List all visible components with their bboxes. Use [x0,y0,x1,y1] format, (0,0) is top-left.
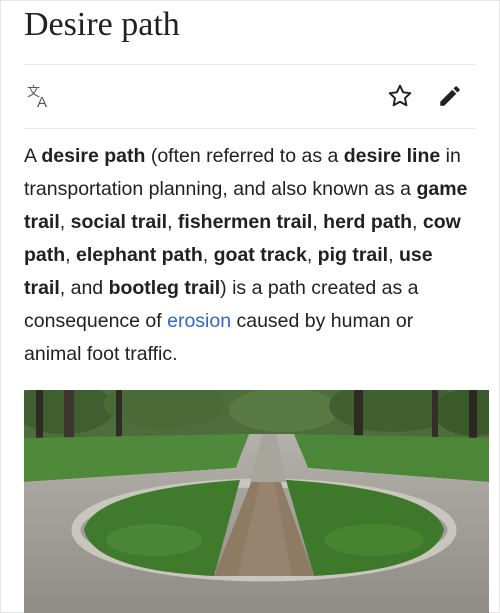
lead-term: pig trail [317,244,389,266]
lead-text: , [412,211,423,233]
page-actions-toolbar: 文 A [24,78,476,118]
lead-text: , [59,211,71,233]
lead-text: , and [59,277,109,299]
title-divider [24,64,476,65]
lead-term: desire line [343,145,441,167]
lead-term: bootleg trail [108,277,221,299]
translate-icon[interactable]: 文 A [24,80,56,112]
pencil-icon[interactable] [434,80,466,112]
lead-term: herd path [323,211,412,233]
lead-text: , [202,244,214,266]
lead-term: fishermen trail [177,211,313,233]
lead-text: , [312,211,324,233]
lead-text: (often referred to as a [145,145,344,167]
toolbar-divider [24,128,476,129]
page-title: Desire path [24,6,180,43]
lead-text: A [24,145,42,167]
lead-link[interactable]: erosion [167,310,231,332]
lead-term: social trail [70,211,168,233]
lead-term: goat track [213,244,307,266]
desire-path-photo [24,390,489,613]
lead-term: desire path [41,145,146,167]
lead-text: , [306,244,318,266]
star-icon[interactable] [384,80,416,112]
lead-text: , [65,244,77,266]
lead-paragraph: A desire path (often referred to as a de… [24,140,476,371]
lead-text: , [388,244,399,266]
svg-text:A: A [37,94,47,111]
lead-term: elephant path [76,244,203,266]
lead-text: , [167,211,178,233]
